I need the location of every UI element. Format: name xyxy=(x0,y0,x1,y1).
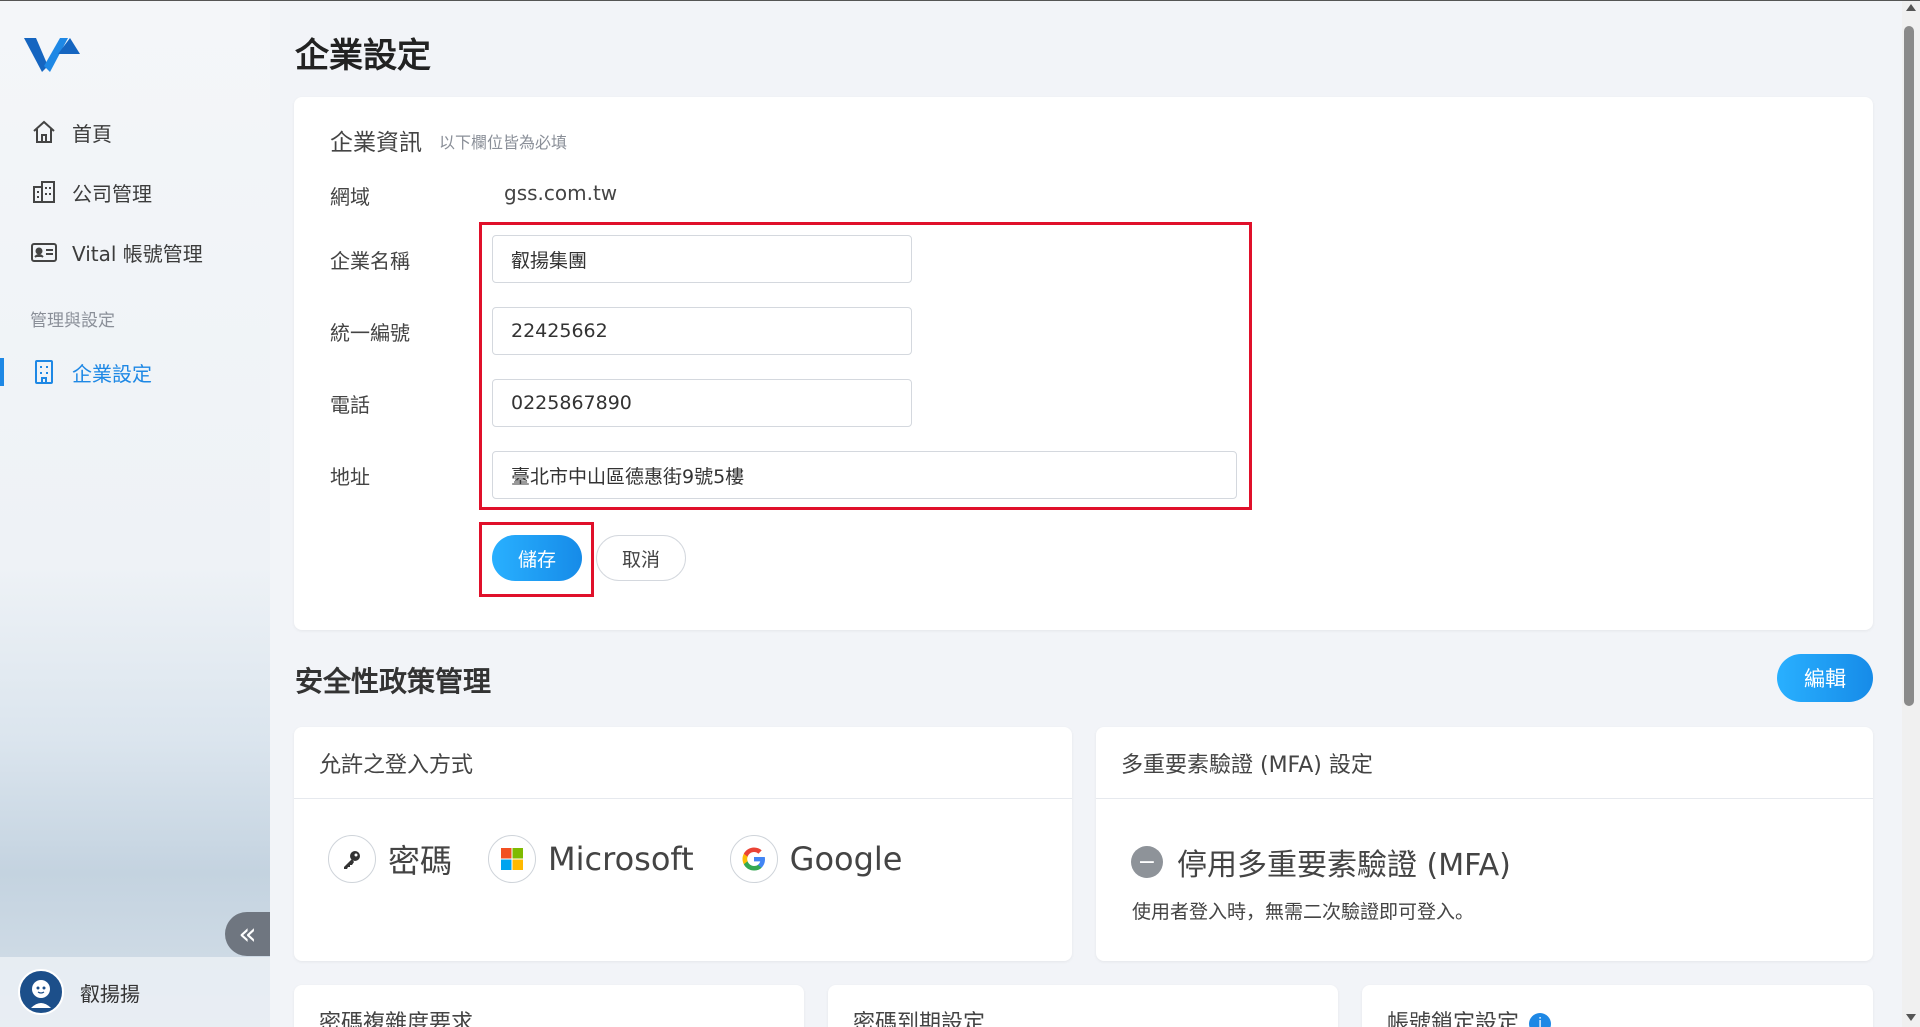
info-icon[interactable]: i xyxy=(1529,1013,1552,1027)
company-info-subtitle: 以下欄位皆為必填 xyxy=(439,133,568,152)
password-complexity-card: 密碼複雜度要求 xyxy=(294,985,804,1027)
company-name-label: 企業名稱 xyxy=(330,249,410,273)
login-methods-title: 允許之登入方式 xyxy=(294,727,1072,799)
login-methods-list: 密碼 Microsoft Google xyxy=(328,835,938,883)
vital-logo[interactable] xyxy=(22,32,82,76)
sidebar-item-company-management[interactable]: 公司管理 xyxy=(0,170,270,214)
sidebar-item-label: Vital 帳號管理 xyxy=(72,241,203,266)
avatar xyxy=(18,969,64,1015)
login-method-label: 密碼 xyxy=(388,842,453,880)
login-method-microsoft: Microsoft xyxy=(488,835,694,883)
domain-value: gss.com.tw xyxy=(504,181,618,205)
sidebar-item-vital-accounts[interactable]: Vital 帳號管理 xyxy=(0,230,270,274)
fields-highlight-box xyxy=(479,222,1252,510)
tax-id-label: 統一編號 xyxy=(330,321,410,345)
sidebar-item-label: 首頁 xyxy=(72,121,112,146)
user-profile[interactable]: 叡揚揚 xyxy=(0,957,270,1027)
microsoft-icon xyxy=(488,835,537,883)
address-label: 地址 xyxy=(330,465,370,489)
home-icon xyxy=(30,118,58,146)
cancel-button[interactable]: 取消 xyxy=(596,535,686,581)
minus-circle-icon: − xyxy=(1131,846,1163,878)
account-lock-title-row: 帳號鎖定設定 i xyxy=(1387,1005,1552,1027)
sidebar-item-label: 公司管理 xyxy=(72,181,152,206)
mfa-status-row: − 停用多重要素驗證 (MFA) xyxy=(1131,840,1511,884)
account-lock-title: 帳號鎖定設定 xyxy=(1387,1011,1520,1027)
edit-button[interactable]: 編輯 xyxy=(1777,654,1873,702)
login-method-password: 密碼 xyxy=(328,835,452,883)
company-info-card: 企業資訊 以下欄位皆為必填 網域 gss.com.tw 企業名稱 統一編號 電話… xyxy=(294,97,1873,630)
scroll-up-arrow-icon[interactable] xyxy=(1906,4,1916,11)
office-building-icon xyxy=(30,358,58,386)
double-chevron-left-icon: « xyxy=(238,916,257,952)
login-method-google: Google xyxy=(729,835,903,883)
user-name: 叡揚揚 xyxy=(80,981,140,1006)
security-policy-title: 安全性政策管理 xyxy=(295,665,492,698)
domain-label: 網域 xyxy=(330,185,370,209)
sidebar: 首頁 公司管理 Vital 帳號管理 管理與設定 企業設定 « 叡揚揚 xyxy=(0,0,270,1027)
google-icon xyxy=(729,835,778,883)
key-icon xyxy=(328,835,376,883)
sidebar-item-home[interactable]: 首頁 xyxy=(0,110,270,154)
login-method-label: Microsoft xyxy=(548,840,694,878)
sidebar-item-enterprise-settings[interactable]: 企業設定 xyxy=(0,350,270,394)
window-top-border xyxy=(0,0,1920,1)
mfa-settings-title: 多重要素驗證 (MFA) 設定 xyxy=(1096,727,1873,799)
scrollbar-thumb[interactable] xyxy=(1904,26,1914,706)
scroll-down-arrow-icon[interactable] xyxy=(1906,1014,1916,1021)
login-method-label: Google xyxy=(789,840,903,878)
id-card-icon xyxy=(30,238,58,266)
collapse-sidebar-button[interactable]: « xyxy=(225,912,270,956)
building-icon xyxy=(30,178,58,206)
phone-label: 電話 xyxy=(330,393,370,417)
company-info-title: 企業資訊 xyxy=(330,130,422,156)
save-highlight-box xyxy=(479,522,594,597)
login-methods-card: 允許之登入方式 密碼 Microsoft Google xyxy=(294,727,1072,961)
sidebar-item-label: 企業設定 xyxy=(72,361,152,386)
sidebar-section-label: 管理與設定 xyxy=(30,311,115,331)
password-expiry-title: 密碼到期設定 xyxy=(853,1011,986,1027)
mfa-status: 停用多重要素驗證 (MFA) xyxy=(1177,848,1511,883)
mfa-settings-card: 多重要素驗證 (MFA) 設定 − 停用多重要素驗證 (MFA) 使用者登入時，… xyxy=(1096,727,1873,961)
password-complexity-title: 密碼複雜度要求 xyxy=(319,1011,474,1027)
password-expiry-card: 密碼到期設定 xyxy=(828,985,1338,1027)
account-lock-card: 帳號鎖定設定 i xyxy=(1362,985,1873,1027)
page-title: 企業設定 xyxy=(295,36,431,76)
mfa-description: 使用者登入時，無需二次驗證即可登入。 xyxy=(1132,901,1475,923)
